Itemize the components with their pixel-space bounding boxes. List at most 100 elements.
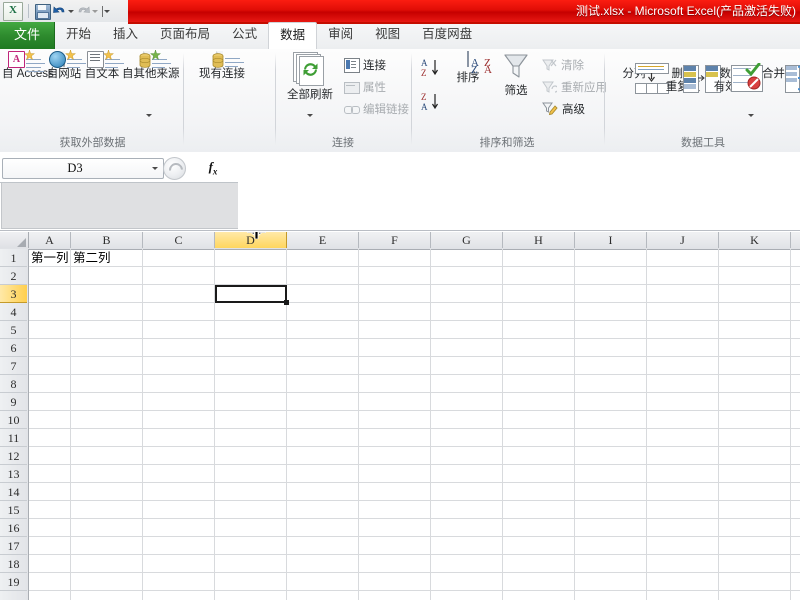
group-divider-1	[183, 53, 184, 145]
sheet-text-icon	[87, 49, 124, 68]
column-header-H[interactable]: H	[503, 232, 575, 248]
sort-descending-button[interactable]: Z A	[420, 91, 442, 116]
tab-baidu-netdisk[interactable]: 百度网盘	[411, 22, 483, 47]
excel-icon[interactable]	[3, 1, 23, 21]
tab-home[interactable]: 开始	[55, 22, 102, 47]
data-validation-dropdown-icon[interactable]	[748, 114, 754, 117]
name-box-dropdown-button[interactable]	[147, 167, 163, 170]
undo-arrow-icon	[52, 4, 67, 19]
clear-filter-button[interactable]: 清除	[542, 55, 584, 74]
existing-connections-button[interactable]: 现有连接	[191, 51, 253, 81]
save-button[interactable]	[34, 3, 51, 20]
consolidate-button[interactable]: 合并计算	[756, 52, 800, 93]
from-text-button[interactable]: 自文本	[84, 49, 124, 81]
row-header-10[interactable]: 10	[0, 411, 27, 429]
row-header-3[interactable]: 3	[0, 285, 27, 303]
row-header-7[interactable]: 7	[0, 357, 27, 375]
column-header-K[interactable]: K	[719, 232, 791, 248]
from-other-sources-button[interactable]: 自其他来源	[122, 49, 180, 117]
text-to-columns-button[interactable]: 分列	[610, 52, 669, 94]
tab-review[interactable]: 审阅	[317, 22, 364, 47]
ribbon-tabs: 文件 开始 插入 页面布局 公式 数据 审阅 视图 百度网盘	[0, 22, 483, 50]
tab-review-label: 审阅	[328, 27, 354, 41]
tab-page-layout[interactable]: 页面布局	[149, 22, 221, 47]
redo-dropdown-icon[interactable]	[92, 9, 98, 13]
column-header-F[interactable]: F	[359, 232, 431, 248]
column-header-D[interactable]: D	[215, 232, 287, 248]
formula-input[interactable]	[238, 152, 800, 232]
row-header-4[interactable]: 4	[0, 303, 27, 321]
fill-handle[interactable]	[284, 300, 289, 305]
reapply-button[interactable]: 重新应用	[542, 77, 607, 96]
row-header-16[interactable]: 16	[0, 519, 27, 537]
cell-B1[interactable]: 第二列	[71, 249, 142, 267]
title-bar: 测试.xlsx - Microsoft Excel(产品激活失败)	[0, 0, 800, 22]
group-label-get-external-data: 获取外部数据	[59, 137, 126, 149]
row-header-11[interactable]: 11	[0, 429, 27, 447]
row-header-18[interactable]: 18	[0, 555, 27, 573]
row-header-6[interactable]: 6	[0, 339, 27, 357]
undo-button[interactable]	[52, 2, 74, 20]
tab-formulas-label: 公式	[232, 27, 258, 41]
column-header-B[interactable]: B	[71, 232, 143, 248]
row-header-5[interactable]: 5	[0, 321, 27, 339]
sort-ascending-button[interactable]: A Z	[420, 57, 442, 82]
sheet-connection-icon	[212, 51, 244, 68]
row-header-12[interactable]: 12	[0, 447, 27, 465]
column-header-E[interactable]: E	[287, 232, 359, 248]
from-access-button[interactable]: A 自 Access	[2, 49, 54, 81]
row-header-9[interactable]: 9	[0, 393, 27, 411]
worksheet-grid[interactable]: ABCDEFGHIJK 1 2 3 4 5 6 7 8 9 10 11 12 13 14 15 16 17 18 1…	[0, 232, 800, 600]
name-box-dropdown-panel[interactable]	[1, 183, 239, 229]
column-header-J[interactable]: J	[647, 232, 719, 248]
redo-button[interactable]	[76, 2, 98, 20]
grid-hline	[29, 572, 800, 573]
filter-label: 筛选	[504, 85, 528, 97]
active-cell-selection[interactable]	[215, 285, 287, 303]
tab-file[interactable]: 文件	[0, 22, 56, 49]
row-header-8[interactable]: 8	[0, 375, 27, 393]
undo-dropdown-icon[interactable]	[68, 9, 74, 13]
tab-formulas[interactable]: 公式	[221, 22, 268, 47]
sort-button[interactable]: A Z Z A 排序	[446, 51, 492, 85]
svg-text:Z: Z	[421, 68, 427, 78]
column-header-A[interactable]: A	[29, 232, 71, 248]
refresh-all-button[interactable]: 全部刷新	[280, 52, 340, 117]
connections-button[interactable]: 连接	[344, 55, 386, 74]
grid-hline	[29, 590, 800, 591]
row-header-19[interactable]: 19	[0, 573, 27, 591]
remove-duplicates-button[interactable]: 删除 重复项	[660, 52, 721, 94]
edit-links-button[interactable]: 编辑链接	[344, 99, 409, 118]
row-header-13[interactable]: 13	[0, 465, 27, 483]
row-header-1[interactable]: 1	[0, 249, 27, 267]
column-header-G[interactable]: G	[431, 232, 503, 248]
data-validation-button[interactable]: 数据 有效性	[708, 52, 763, 117]
from-other-sources-dropdown-icon[interactable]	[146, 114, 152, 117]
refresh-all-dropdown-icon[interactable]	[307, 114, 313, 117]
column-header-C[interactable]: C	[143, 232, 215, 248]
row-header-17[interactable]: 17	[0, 537, 27, 555]
tab-data[interactable]: 数据	[268, 22, 318, 50]
grid-hline	[29, 410, 800, 411]
from-text-label: 自文本	[84, 68, 120, 80]
reapply-icon	[542, 80, 559, 94]
tab-insert[interactable]: 插入	[102, 22, 149, 47]
cell-A1[interactable]: 第一列	[29, 249, 70, 267]
column-header-I[interactable]: I	[575, 232, 647, 248]
tab-view[interactable]: 视图	[364, 22, 411, 47]
sort-dialog-icon: A Z Z A	[467, 51, 492, 76]
customize-qat-button[interactable]	[102, 5, 110, 17]
name-box[interactable]: D3	[2, 158, 164, 179]
row-header-2[interactable]: 2	[0, 267, 27, 285]
grid-hline	[29, 374, 800, 375]
cell-area[interactable]: 第一列 第二列	[29, 249, 800, 600]
properties-button[interactable]: 属性	[344, 77, 386, 96]
fx-icon: fx	[208, 158, 218, 177]
insert-function-button[interactable]: fx	[190, 158, 236, 177]
from-web-button[interactable]: 自网站	[46, 49, 86, 81]
select-all-button[interactable]	[0, 232, 29, 248]
row-header-14[interactable]: 14	[0, 483, 27, 501]
filter-button[interactable]: 筛选	[494, 52, 538, 98]
row-header-15[interactable]: 15	[0, 501, 27, 519]
advanced-filter-button[interactable]: 高级	[542, 99, 585, 118]
